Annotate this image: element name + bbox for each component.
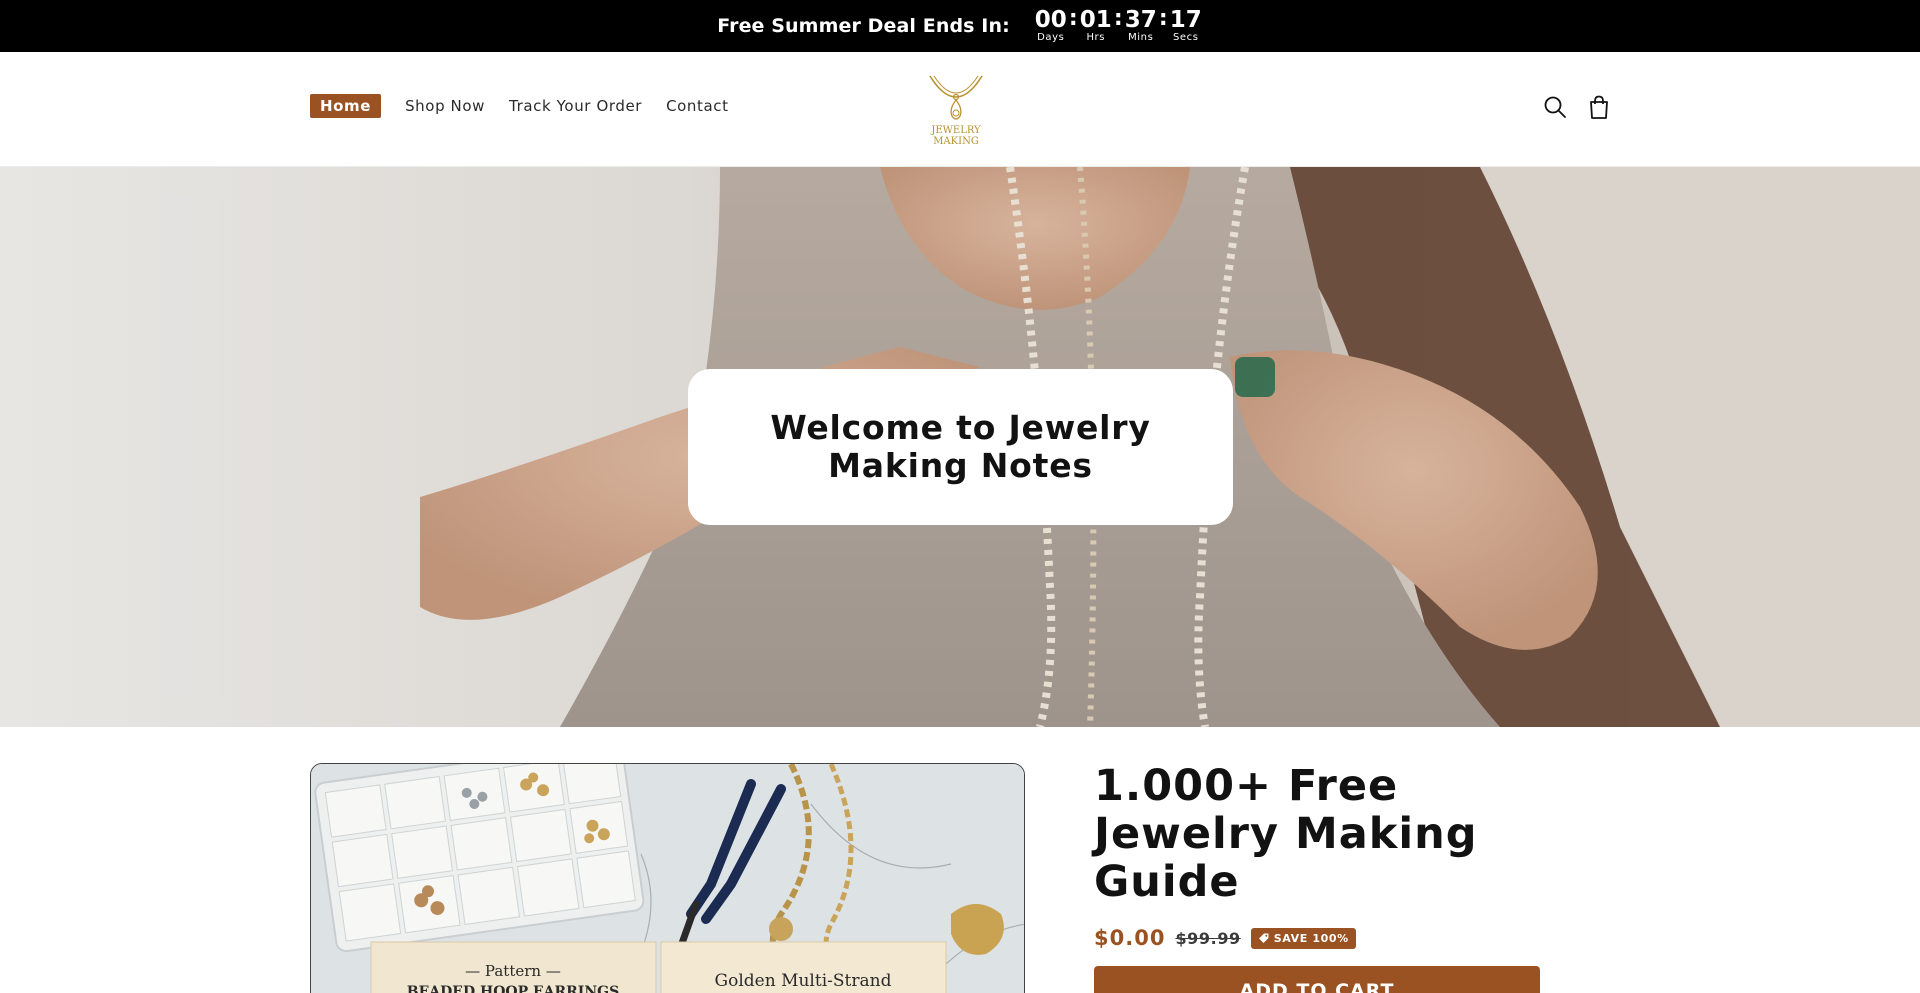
product-title: 1.000+ Free Jewelry Making Guide <box>1094 761 1478 907</box>
announcement-text: Free Summer Deal Ends In: <box>717 15 1010 37</box>
countdown-hours-value: 01 <box>1079 7 1112 33</box>
nav-shop-now-link[interactable]: Shop Now <box>405 97 485 115</box>
site-logo[interactable]: JEWELRY MAKING <box>920 72 992 148</box>
logo-text-line2: MAKING <box>933 136 979 147</box>
countdown-days-label: Days <box>1037 32 1065 43</box>
product-photo: — Pattern — BEADED HOOP EARRINGS Golden … <box>311 764 1024 993</box>
nav-track-order-link[interactable]: Track Your Order <box>509 97 642 115</box>
header-icons <box>1542 94 1630 120</box>
countdown-days-value: 00 <box>1034 7 1067 33</box>
price-row: $0.00 $99.99 SAVE 100% <box>1094 926 1554 950</box>
necklace-logo-icon: JEWELRY MAKING <box>929 75 983 147</box>
add-to-cart-button[interactable]: ADD TO CART <box>1094 966 1540 993</box>
tag-icon <box>1258 933 1269 943</box>
countdown-seconds-label: Secs <box>1172 32 1199 43</box>
hero-welcome-card: Welcome to Jewelry Making Notes <box>688 369 1233 525</box>
save-badge-label: SAVE 100% <box>1273 931 1349 945</box>
compare-price: $99.99 <box>1175 928 1241 948</box>
nav-contact-link[interactable]: Contact <box>666 97 729 115</box>
countdown-timer: 00 Days : 01 Hrs : 37 Mins : 17 Secs <box>1034 8 1203 44</box>
logo-text-line1: JEWELRY <box>930 125 981 136</box>
image-card-left-text: BEADED HOOP EARRINGS <box>407 984 619 993</box>
countdown-separator: : <box>1113 6 1123 31</box>
hero-banner: Welcome to Jewelry Making Notes <box>0 167 1920 727</box>
image-pattern-label: — Pattern — <box>465 962 561 980</box>
image-card-right-text: Golden Multi-Strand <box>715 971 892 991</box>
save-badge: SAVE 100% <box>1250 927 1356 949</box>
sale-price: $0.00 <box>1094 926 1166 950</box>
countdown-hours: 01 Hrs <box>1079 8 1113 44</box>
countdown-seconds: 17 Secs <box>1169 8 1203 44</box>
countdown-seconds-value: 17 <box>1169 7 1202 33</box>
countdown-minutes: 37 Mins <box>1124 8 1158 44</box>
product-image[interactable]: — Pattern — BEADED HOOP EARRINGS Golden … <box>310 763 1025 993</box>
countdown-days: 00 Days <box>1034 8 1068 44</box>
cart-icon[interactable] <box>1586 94 1612 120</box>
product-info: 1.000+ Free Jewelry Making Guide $0.00 $… <box>1094 762 1554 993</box>
search-icon[interactable] <box>1542 94 1568 120</box>
countdown-hours-label: Hrs <box>1086 32 1106 43</box>
main-nav: Home Shop Now Track Your Order Contact <box>310 94 753 118</box>
hero-title: Welcome to Jewelry Making Notes <box>770 408 1151 485</box>
nav-home-link[interactable]: Home <box>310 94 382 118</box>
site-header: Home Shop Now Track Your Order Contact J… <box>0 52 1920 167</box>
countdown-minutes-value: 37 <box>1124 7 1157 33</box>
countdown-minutes-label: Mins <box>1128 32 1154 43</box>
countdown-separator: : <box>1068 6 1078 31</box>
announcement-bar: Free Summer Deal Ends In: 00 Days : 01 H… <box>0 0 1920 52</box>
countdown-separator: : <box>1158 6 1168 31</box>
